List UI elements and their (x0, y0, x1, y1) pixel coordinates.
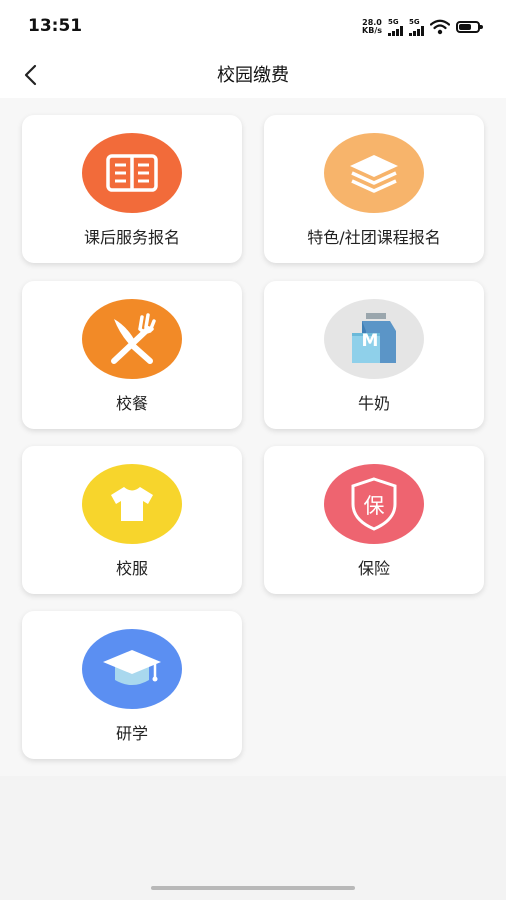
network-speed: 28.0 KB/s (362, 19, 382, 35)
card-label: 研学 (115, 724, 148, 743)
menu-card-study-tour[interactable]: 研学 (22, 611, 242, 759)
card-label: 特色/社团课程报名 (307, 228, 441, 247)
book-icon (106, 154, 158, 192)
graduation-cap-icon (103, 650, 161, 685)
insurance-letter: 保 (363, 494, 385, 518)
menu-card-milk[interactable]: M 牛奶 (264, 281, 484, 429)
card-icon-bg: 保 (324, 464, 424, 544)
tshirt-icon (111, 487, 153, 521)
network-speed-unit: KB/s (362, 26, 382, 35)
knife-fork-icon (111, 313, 156, 364)
layers-icon (350, 155, 398, 193)
signal-icon: 5G (409, 17, 424, 36)
wifi-icon (430, 19, 450, 35)
card-label: 保险 (357, 559, 390, 578)
card-icon-bg (324, 133, 424, 213)
card-label: 牛奶 (357, 394, 390, 413)
menu-card-school-meal[interactable]: 校餐 (22, 281, 242, 429)
home-indicator[interactable] (151, 886, 355, 890)
menu-card-club-courses[interactable]: 特色/社团课程报名 (264, 115, 484, 263)
status-time: 13:51 (28, 16, 83, 36)
card-icon-bg (82, 464, 182, 544)
milk-letter: M (361, 331, 379, 351)
card-label: 校服 (115, 559, 148, 578)
signal-label: 5G (409, 17, 420, 26)
bottom-area (0, 776, 506, 900)
menu-card-after-school[interactable]: 课后服务报名 (22, 115, 242, 263)
nav-bar: 校园缴费 (0, 52, 506, 98)
card-icon-bg (82, 133, 182, 213)
battery-icon (456, 21, 483, 33)
status-indicators: 28.0 KB/s 5G 5G (362, 16, 483, 38)
content-area: 课后服务报名 特色/社团课程报名 校餐 M 牛奶 校服 保 保险 研学 (0, 98, 506, 776)
signal-icon: 5G (388, 17, 403, 36)
card-label: 校餐 (115, 394, 148, 413)
signal-label: 5G (388, 17, 399, 26)
card-icon-bg (82, 629, 182, 709)
menu-card-uniform[interactable]: 校服 (22, 446, 242, 594)
menu-card-insurance[interactable]: 保 保险 (264, 446, 484, 594)
page-title: 校园缴费 (217, 65, 289, 86)
status-bar: 13:51 28.0 KB/s 5G 5G (0, 0, 506, 52)
card-label: 课后服务报名 (83, 228, 180, 247)
card-icon-bg (82, 299, 182, 379)
card-icon-bg: M (324, 299, 424, 379)
